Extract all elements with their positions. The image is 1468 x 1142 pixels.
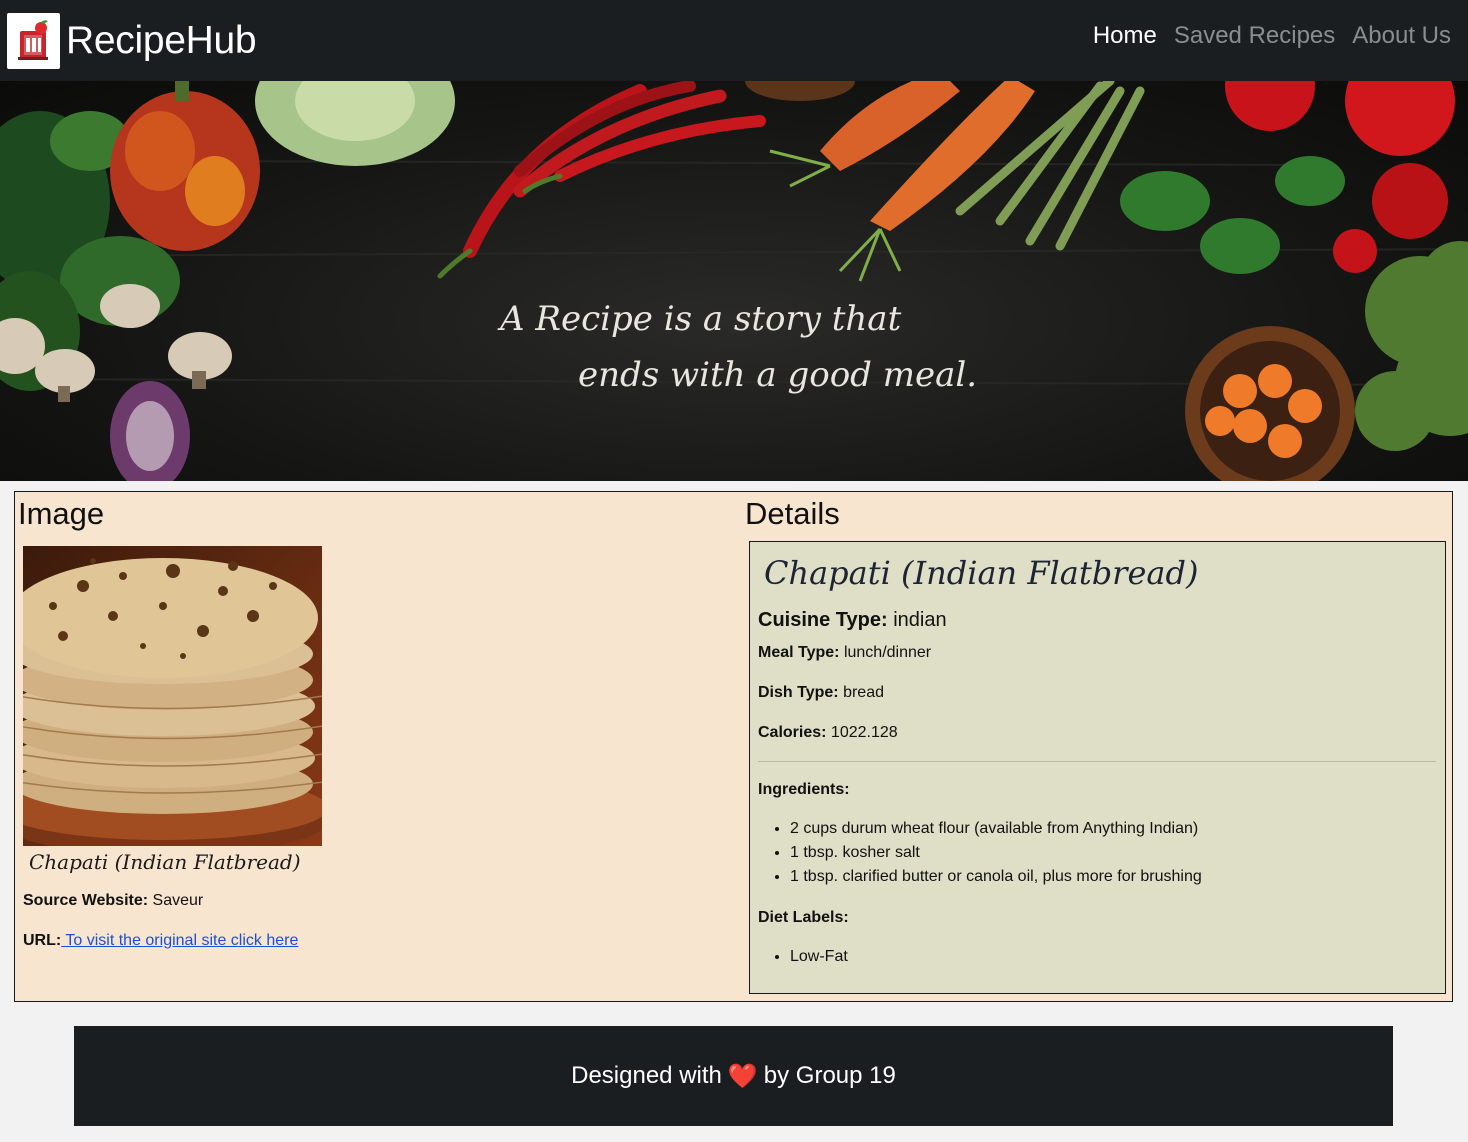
meal-value: lunch/dinner [843,644,932,661]
details-box: Chapati (Indian Flatbread) Cuisine Type:… [749,541,1446,994]
original-site-link[interactable]: To visit the original site click here [61,932,298,949]
ingredients-list: 2 cups durum wheat flour (available from… [790,817,1202,889]
dish-label: Dish Type: [758,684,839,701]
hero-banner: A Recipe is a story that ends with a goo… [0,81,1468,481]
cuisine-type: Cuisine Type: indian [758,609,947,632]
details-heading: Details [745,496,840,531]
hero-vegetables-illustration [0,81,1468,481]
heart-icon: ❤️ [727,1062,758,1090]
footer-text-before: Designed with [571,1062,722,1089]
brand-link[interactable]: RecipeHub [7,12,257,69]
calories-value: 1022.128 [830,724,898,741]
ingredients-heading: Ingredients: [758,781,850,799]
recipe-main-card: Image Details Chapati (Indian Flatbread)… [14,491,1453,1002]
nav-links: Home Saved Recipes About Us [1076,22,1451,50]
recipehub-logo-icon [7,12,60,69]
source-value: Saveur [152,892,204,909]
cuisine-label: Cuisine Type: [758,609,888,631]
nav-link-about-us[interactable]: About Us [1352,22,1451,50]
hero-quote-line-2: ends with a good meal. [578,355,978,395]
url-label: URL: [23,932,62,949]
ingredient-item: 2 cups durum wheat flour (available from… [790,817,1202,841]
brand-name: RecipeHub [66,18,257,62]
ingredient-item: 1 tbsp. kosher salt [790,841,1202,865]
meal-type: Meal Type: lunch/dinner [758,644,931,662]
diet-labels-list: Low-Fat [790,945,848,969]
calories: Calories: 1022.128 [758,724,898,742]
calories-label: Calories: [758,724,827,741]
hero-quote-line-1: A Recipe is a story that [500,299,902,339]
source-label: Source Website: [23,892,149,909]
nav-link-saved-recipes[interactable]: Saved Recipes [1174,22,1335,50]
dish-type: Dish Type: bread [758,684,884,702]
image-heading: Image [18,496,105,531]
diet-labels-heading: Diet Labels: [758,909,849,927]
recipe-image [23,546,322,846]
source-website: Source Website: Saveur [23,892,203,910]
nav-link-home[interactable]: Home [1093,22,1157,50]
image-caption: Chapati (Indian Flatbread) [29,850,301,874]
dish-value: bread [843,684,884,701]
details-divider [758,761,1436,762]
diet-label: Diet Labels: [758,909,849,926]
diet-label-item: Low-Fat [790,945,848,969]
footer: Designed with ❤️ by Group 19 [74,1026,1393,1126]
navbar: RecipeHub Home Saved Recipes About Us [0,0,1468,81]
recipe-title: Chapati (Indian Flatbread) [764,554,1199,592]
recipe-url: URL: To visit the original site click he… [23,932,298,950]
meal-label: Meal Type: [758,644,840,661]
footer-text-after: by Group 19 [763,1062,896,1089]
ingredients-label: Ingredients: [758,781,850,798]
ingredient-item: 1 tbsp. clarified butter or canola oil, … [790,865,1202,889]
cuisine-value: indian [893,609,947,631]
